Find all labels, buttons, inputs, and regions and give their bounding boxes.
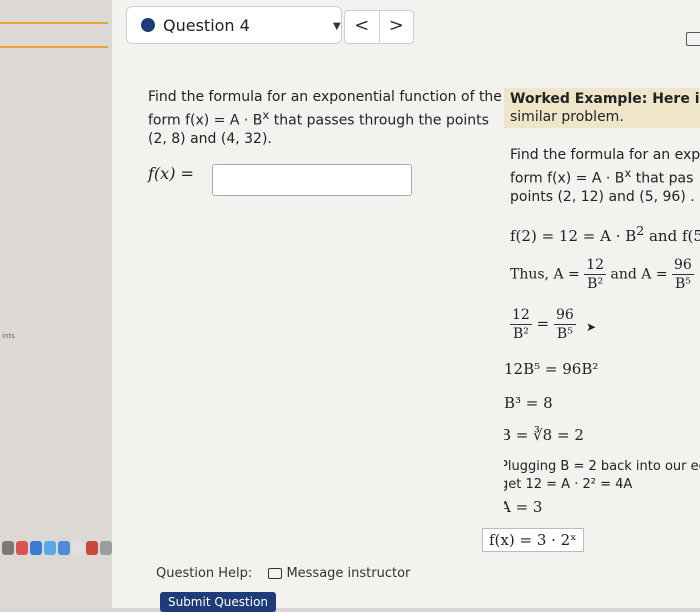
next-question-button[interactable]: > (380, 11, 414, 43)
mouse-pointer-icon: ➤ (586, 320, 597, 334)
question-label: Question 4 (163, 15, 250, 35)
rail-divider (0, 22, 108, 24)
question-status-dot (141, 18, 155, 32)
fraction: 12 B² (510, 306, 532, 343)
worked-equation: f(2) = 12 = A · B2 and f(5 (510, 222, 700, 245)
worked-example: Worked Example: Here is ho similar probl… (504, 84, 700, 514)
mail-icon (268, 568, 283, 579)
fraction-numerator: 12 (584, 257, 607, 275)
question-nav: < > (344, 10, 414, 44)
fraction-numerator: 12 (510, 307, 532, 325)
question-help-label: Question Help: (156, 566, 253, 581)
worked-equation: 12B⁵ = 96B² (504, 360, 599, 378)
dock-app-icon[interactable] (44, 541, 56, 555)
worked-equation: B³ = 8 (504, 394, 553, 412)
expand-icon[interactable] (686, 32, 700, 46)
worked-line: form f(x) = A · Bx that pas (510, 164, 700, 188)
fraction-denominator: B² (512, 326, 529, 342)
fraction: 12 B² (584, 256, 607, 293)
prev-question-button[interactable]: < (345, 11, 379, 43)
worked-note-line: Plugging B = 2 back into our equa (504, 459, 700, 474)
question-line-part: form f(x) = A · B (148, 112, 263, 129)
question-line: form f(x) = A · Bx that passes through t… (148, 106, 504, 130)
answer-input[interactable] (212, 164, 412, 196)
worked-equation: Thus, A = 12 B² and A = 96 B⁵ (510, 256, 694, 293)
worked-line: Find the formula for an expon (510, 147, 700, 163)
question-line: Find the formula for an exponential func… (148, 89, 502, 105)
worked-line: points (2, 12) and (5, 96) . (510, 188, 695, 205)
worked-equation: A = 3 (504, 498, 543, 514)
worked-line-part: that pas (631, 170, 694, 187)
points-label: ints (2, 332, 15, 340)
question-panel: Question 4 ▼ < > Find the formula for an… (112, 0, 700, 612)
message-instructor-label: Message instructor (286, 566, 411, 581)
question-line: (2, 8) and (4, 32). (148, 130, 272, 147)
fraction-numerator: 96 (553, 307, 576, 325)
dock-app-icon[interactable] (72, 541, 84, 555)
equation-part: and f(5 (644, 227, 700, 245)
equals-sign: = (536, 314, 550, 333)
fraction: 96 B⁵ (672, 256, 694, 293)
fraction: 96 B⁵ (553, 306, 576, 343)
worked-example-title-line: similar problem. (510, 109, 624, 125)
final-answer: f(x) = 3 · 2ˣ (482, 528, 584, 552)
equation-part: and A = (610, 266, 668, 283)
fraction-denominator: B⁵ (556, 326, 573, 342)
worked-note: Plugging B = 2 back into our equa get 12… (504, 458, 700, 494)
message-instructor-link[interactable]: Message instructor (268, 566, 410, 581)
dock-app-icon[interactable] (30, 541, 42, 555)
question-text: Find the formula for an exponential func… (148, 88, 504, 148)
dock-app-icon[interactable] (58, 541, 70, 555)
equation-part: f(2) = 12 = A · B (510, 227, 637, 245)
fraction-denominator: B² (587, 276, 604, 292)
fraction-denominator: B⁵ (674, 276, 691, 292)
dock-app-icon[interactable] (100, 541, 112, 555)
submit-question-button[interactable]: Submit Question (160, 592, 276, 612)
answer-label: f(x) = (148, 164, 194, 183)
question-selector[interactable]: Question 4 ▼ (126, 6, 342, 44)
worked-example-title: Worked Example: Here is ho similar probl… (504, 88, 700, 128)
question-line-part: that passes through the points (269, 112, 489, 129)
equation-part: Thus, A = (510, 266, 580, 283)
worked-example-intro: Find the formula for an expon form f(x) … (510, 146, 700, 206)
worked-note-line: get 12 = A · 2² = 4A (504, 477, 633, 492)
worked-equation: 12 B² = 96 B⁵ (510, 306, 576, 343)
dock-bar (0, 536, 124, 560)
question-help: Question Help: Message instructor (156, 566, 410, 581)
worked-example-title-line: Worked Example: Here is ho (510, 91, 700, 107)
chevron-down-icon[interactable]: ▼ (333, 21, 341, 32)
dock-app-icon[interactable] (2, 541, 14, 555)
worked-line-part: form f(x) = A · B (510, 170, 625, 187)
dock-app-icon[interactable] (16, 541, 28, 555)
fraction-numerator: 96 (672, 257, 694, 275)
worked-equation: B = ∛8 = 2 (504, 426, 584, 444)
dock-app-icon[interactable] (86, 541, 98, 555)
rail-divider (0, 46, 108, 48)
left-rail: ints (0, 0, 112, 608)
